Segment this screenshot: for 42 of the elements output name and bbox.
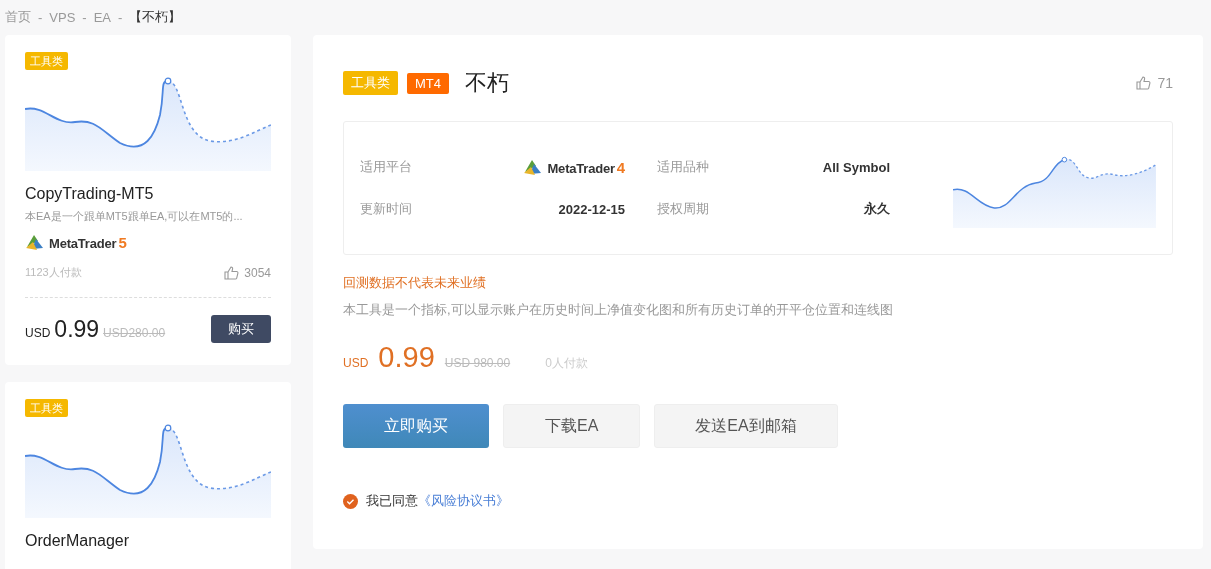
original-price: USD280.00 (103, 325, 166, 340)
product-description: 本EA是一个跟单MT5跟单EA,可以在MT5的... (25, 209, 244, 224)
platform-name: MetaTrader4 (547, 158, 625, 176)
product-title: 不朽 (465, 69, 509, 97)
agreement-text: 我已同意 (366, 492, 418, 510)
info-value: 2022-12-15 (558, 201, 625, 217)
category-tag: MT4 (407, 72, 449, 94)
buy-now-button[interactable]: 立即购买 (343, 404, 489, 448)
action-button[interactable]: 下载EA (503, 404, 641, 448)
buy-button[interactable]: 购买 (211, 315, 271, 343)
price-currency: USD (25, 325, 51, 340)
like-count: 71 (1157, 75, 1173, 91)
category-tag: 工具类 (25, 52, 68, 70)
breadcrumb-separator: - (38, 9, 43, 25)
platform-logo-icon (523, 158, 544, 176)
buyer-count: 1123人付款 (25, 265, 82, 280)
breadcrumb-separator: - (118, 9, 123, 25)
price: 0.99 (54, 315, 100, 343)
product-title[interactable]: OrderManager (25, 532, 271, 550)
risk-agreement-link[interactable]: 《风险协议书》 (418, 492, 509, 510)
platform-logo-icon (25, 233, 45, 251)
info-label: 适用品种 (657, 158, 710, 176)
price-currency: USD (343, 356, 369, 370)
original-price: USD 980.00 (444, 356, 511, 370)
thumbs-up-icon[interactable] (1136, 76, 1152, 90)
price: 0.99 (378, 341, 435, 374)
product-title[interactable]: CopyTrading-MT5 (25, 185, 271, 203)
breadcrumb-current: 【不朽】 (129, 8, 182, 26)
info-value: 永久 (864, 200, 890, 218)
action-button[interactable]: 发送EA到邮箱 (654, 404, 838, 448)
category-tag: 工具类 (343, 71, 398, 95)
risk-warning: 回测数据不代表未来业绩 (343, 274, 487, 292)
thumbs-up-icon[interactable] (224, 265, 240, 280)
info-value: All Symbol (822, 159, 890, 175)
platform-name: MetaTrader5 (49, 233, 127, 251)
info-label: 更新时间 (360, 200, 413, 218)
info-label: 授权周期 (657, 200, 710, 218)
category-tag: 工具类 (25, 399, 68, 417)
like-count: 3054 (244, 265, 271, 280)
agree-checkbox[interactable] (343, 493, 358, 509)
breadcrumb-separator: - (82, 9, 87, 25)
info-label: 适用平台 (360, 158, 413, 176)
